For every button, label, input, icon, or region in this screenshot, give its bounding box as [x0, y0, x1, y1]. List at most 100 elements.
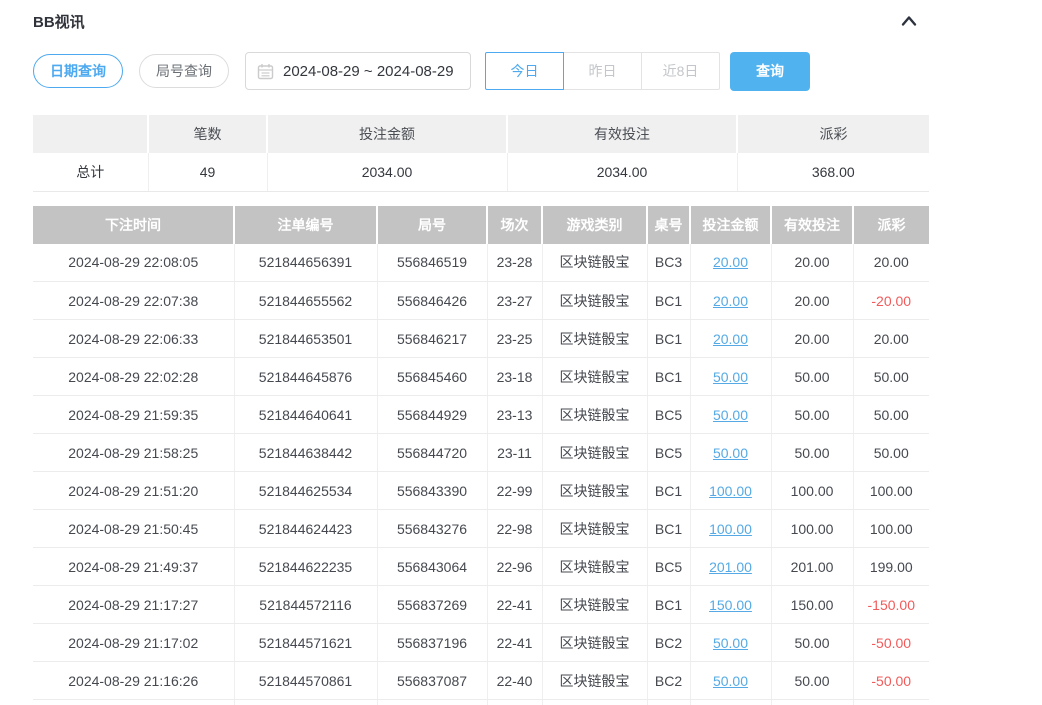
cell-game-type: 区块链骰宝	[542, 358, 647, 396]
cell-bet-id: 521844640641	[234, 396, 377, 434]
panel-header: BB视讯	[33, 6, 929, 36]
cell-bet-id	[234, 700, 377, 705]
cell-game-type: 区块链骰宝	[542, 662, 647, 700]
cell-bet-amount: 50.00	[690, 358, 771, 396]
records-column-header: 投注金额	[690, 206, 771, 244]
cell-round-id: 556843276	[377, 510, 487, 548]
bet-records-table: 下注时间注单编号局号场次游戏类别桌号投注金额有效投注派彩 2024-08-29 …	[33, 206, 929, 705]
cell-game-type: 区块链骰宝	[542, 320, 647, 358]
summary-bet-amount: 2034.00	[267, 153, 507, 191]
cell-session: 22-99	[487, 472, 542, 510]
cell-bet-time: 2024-08-29 22:08:05	[33, 244, 234, 282]
summary-total-row: 总计492034.002034.00368.00	[33, 153, 929, 191]
table-row: 2024-08-29 21:17:27521844572116556837269…	[33, 586, 929, 624]
cell-bet-id: 521844653501	[234, 320, 377, 358]
summary-count: 49	[148, 153, 267, 191]
cell-bet-id: 521844638442	[234, 434, 377, 472]
records-column-header: 注单编号	[234, 206, 377, 244]
date-range-value: 2024-08-29 ~ 2024-08-29	[283, 63, 454, 80]
cell-round-id: 556844720	[377, 434, 487, 472]
cell-bet-time: 2024-08-29 22:06:33	[33, 320, 234, 358]
cell-session: 22-96	[487, 548, 542, 586]
table-row: 2024-08-29 21:51:20521844625534556843390…	[33, 472, 929, 510]
cell-bet-amount: 100.00	[690, 472, 771, 510]
cell-bet-time: 2024-08-29 21:58:25	[33, 434, 234, 472]
cell-bet-id: 521844570861	[234, 662, 377, 700]
records-column-header: 场次	[487, 206, 542, 244]
cell-game-type: 区块链骰宝	[542, 586, 647, 624]
cell-bet-id: 521844655562	[234, 282, 377, 320]
cell-valid-bet: 50.00	[771, 358, 853, 396]
cell-payout: 50.00	[853, 358, 929, 396]
cell-payout	[853, 700, 929, 705]
bet-amount-link[interactable]: 20.00	[713, 331, 748, 347]
summary-table: 笔数投注金额有效投注派彩 总计492034.002034.00368.00	[33, 115, 929, 192]
cell-session: 22-98	[487, 510, 542, 548]
cell-bet-id: 521844656391	[234, 244, 377, 282]
calendar-icon	[257, 63, 274, 80]
cell-valid-bet: 50.00	[771, 662, 853, 700]
collapse-button[interactable]	[897, 9, 921, 33]
chevron-up-icon	[899, 11, 919, 31]
bet-amount-link[interactable]: 100.00	[709, 483, 752, 499]
summary-column-header	[33, 115, 148, 153]
cell-payout: -50.00	[853, 624, 929, 662]
cell-session: 22-40	[487, 662, 542, 700]
cell-round-id: 556843064	[377, 548, 487, 586]
cell-table-id: BC1	[647, 358, 690, 396]
cell-game-type	[542, 700, 647, 705]
cell-bet-amount: 100.00	[690, 510, 771, 548]
tab-round-query[interactable]: 局号查询	[139, 54, 229, 88]
quick-range-group: 今日 昨日 近8日	[485, 52, 720, 90]
cell-table-id: BC5	[647, 396, 690, 434]
bet-amount-link[interactable]: 50.00	[713, 407, 748, 423]
summary-column-header: 有效投注	[507, 115, 737, 153]
bet-amount-link[interactable]: 20.00	[713, 293, 748, 309]
cell-valid-bet: 20.00	[771, 282, 853, 320]
cell-bet-time: 2024-08-29 21:16:26	[33, 662, 234, 700]
quick-range-yesterday[interactable]: 昨日	[563, 52, 642, 90]
bet-amount-link[interactable]: 150.00	[709, 597, 752, 613]
cell-bet-amount: 150.00	[690, 586, 771, 624]
cell-session: 23-11	[487, 434, 542, 472]
cell-session	[487, 700, 542, 705]
records-column-header: 游戏类别	[542, 206, 647, 244]
bet-amount-link[interactable]: 50.00	[713, 673, 748, 689]
cell-bet-id: 521844624423	[234, 510, 377, 548]
table-row: 2024-08-29 21:17:02521844571621556837196…	[33, 624, 929, 662]
records-column-header: 派彩	[853, 206, 929, 244]
cell-game-type: 区块链骰宝	[542, 396, 647, 434]
tab-date-query[interactable]: 日期查询	[33, 54, 123, 88]
cell-table-id: BC5	[647, 434, 690, 472]
cell-bet-amount: 50.00	[690, 434, 771, 472]
bet-amount-link[interactable]: 20.00	[713, 254, 748, 270]
cell-valid-bet	[771, 700, 853, 705]
cell-bet-time: 2024-08-29 21:17:27	[33, 586, 234, 624]
cell-round-id: 556843390	[377, 472, 487, 510]
cell-session: 22-41	[487, 586, 542, 624]
records-body: 2024-08-29 22:08:05521844656391556846519…	[33, 244, 929, 705]
table-row: 2024-08-29 22:02:28521844645876556845460…	[33, 358, 929, 396]
bet-amount-link[interactable]: 201.00	[709, 559, 752, 575]
bet-amount-link[interactable]: 50.00	[713, 445, 748, 461]
cell-game-type: 区块链骰宝	[542, 282, 647, 320]
date-range-input[interactable]: 2024-08-29 ~ 2024-08-29	[245, 52, 471, 90]
bet-amount-link[interactable]: 100.00	[709, 521, 752, 537]
cell-round-id: 556846519	[377, 244, 487, 282]
cell-session: 23-25	[487, 320, 542, 358]
cell-payout: 100.00	[853, 472, 929, 510]
quick-range-8days[interactable]: 近8日	[641, 52, 720, 90]
bet-amount-link[interactable]: 50.00	[713, 635, 748, 651]
summary-total-label: 总计	[33, 153, 148, 191]
cell-session: 23-18	[487, 358, 542, 396]
cell-table-id: BC1	[647, 320, 690, 358]
quick-range-today[interactable]: 今日	[485, 52, 564, 90]
bet-amount-link[interactable]: 50.00	[713, 369, 748, 385]
cell-table-id: BC2	[647, 662, 690, 700]
summary-column-header: 投注金额	[267, 115, 507, 153]
cell-valid-bet: 201.00	[771, 548, 853, 586]
cell-game-type: 区块链骰宝	[542, 244, 647, 282]
cell-bet-amount: 50.00	[690, 624, 771, 662]
search-button[interactable]: 查询	[730, 52, 810, 91]
cell-round-id	[377, 700, 487, 705]
